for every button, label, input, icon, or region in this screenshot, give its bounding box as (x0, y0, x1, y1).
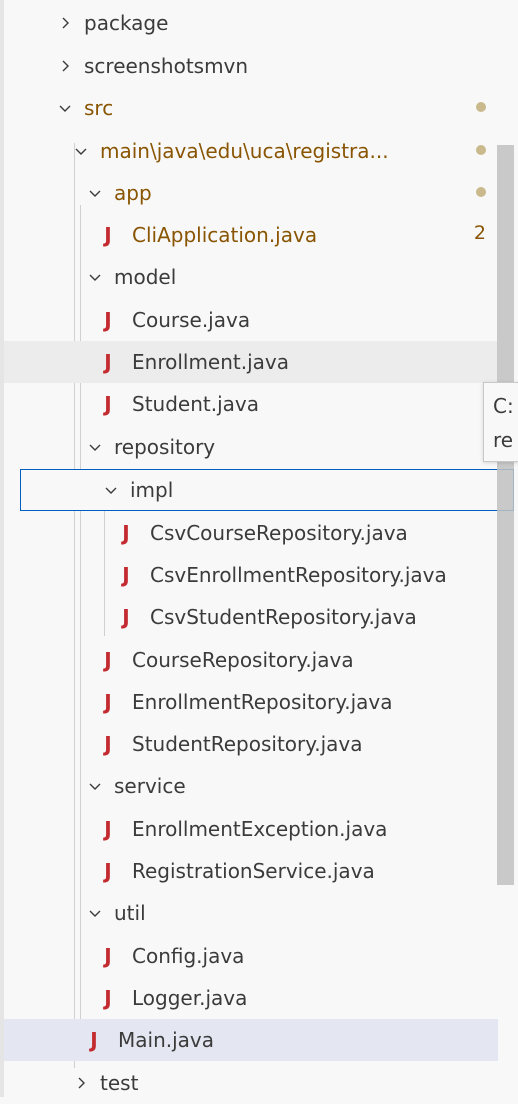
tree-item-label: model (114, 265, 177, 289)
hover-tooltip: C: re (483, 382, 518, 462)
java-file-icon: J (122, 521, 130, 545)
modified-dot-icon (476, 187, 486, 197)
tree-item-registration-service[interactable]: J RegistrationService.java (4, 850, 498, 892)
tree-item-label: util (114, 901, 146, 925)
java-file-icon: J (104, 392, 112, 416)
java-file-icon: J (104, 859, 112, 883)
chevron-down-icon (100, 479, 122, 501)
tree-item-label: Enrollment.java (132, 350, 290, 374)
tree-item-label: EnrollmentRepository.java (132, 690, 393, 714)
file-explorer-tree: package screenshotsmvn src main\java\edu… (0, 0, 518, 1097)
tree-item-label: StudentRepository.java (132, 732, 363, 756)
tree-item-label: src (84, 96, 114, 120)
tree-item-label: app (114, 181, 152, 205)
tree-item-label: service (114, 774, 186, 798)
tree-item-enrollment-repository[interactable]: J EnrollmentRepository.java (4, 681, 498, 723)
chevron-down-icon (54, 97, 76, 119)
tree-item-label: CsvEnrollmentRepository.java (150, 563, 447, 587)
chevron-right-icon (70, 1072, 92, 1094)
tree-item-label: CsvStudentRepository.java (150, 605, 417, 629)
java-file-icon: J (104, 690, 112, 714)
java-file-icon: J (122, 563, 130, 587)
chevron-down-icon (84, 775, 106, 797)
tree-item-student-repository[interactable]: J StudentRepository.java (4, 723, 498, 765)
tree-item-csv-student-repository[interactable]: J CsvStudentRepository.java (4, 596, 498, 638)
tree-item-app[interactable]: app (4, 172, 498, 214)
tree-item-package[interactable]: package (4, 2, 498, 44)
modified-dot-icon (476, 102, 486, 112)
java-file-icon: J (104, 648, 112, 672)
tree-item-impl[interactable]: impl (20, 469, 514, 511)
tree-item-course-repository[interactable]: J CourseRepository.java (4, 639, 498, 681)
chevron-down-icon (84, 902, 106, 924)
java-file-icon: J (104, 223, 112, 247)
tree-item-course[interactable]: J Course.java (4, 299, 498, 341)
tree-item-label: CliApplication.java (132, 223, 318, 247)
tree-item-repository[interactable]: repository (4, 426, 498, 468)
tree-item-main-java[interactable]: J Main.java (4, 1019, 498, 1061)
tree-item-label: screenshotsmvn (84, 54, 249, 78)
tree-item-label: CourseRepository.java (132, 648, 354, 672)
tree-item-service[interactable]: service (4, 765, 498, 807)
tree-item-csv-enrollment-repository[interactable]: J CsvEnrollmentRepository.java (4, 554, 498, 596)
tree-item-label: RegistrationService.java (132, 859, 375, 883)
problem-count-badge: 2 (473, 222, 486, 244)
tree-item-enrollment-exception[interactable]: J EnrollmentException.java (4, 808, 498, 850)
chevron-down-icon (84, 436, 106, 458)
tree-item-label: Student.java (132, 392, 259, 416)
chevron-right-icon (54, 55, 76, 77)
tree-item-cli-application[interactable]: J CliApplication.java 2 (4, 214, 498, 256)
java-file-icon: J (104, 944, 112, 968)
chevron-down-icon (84, 182, 106, 204)
tree-item-label: repository (114, 435, 216, 459)
tree-item-label: Course.java (132, 308, 251, 332)
tree-item-main-path[interactable]: main\java\edu\uca\registra... (4, 130, 498, 172)
tooltip-line: C: (493, 394, 514, 418)
tree-item-logger[interactable]: J Logger.java (4, 977, 498, 1019)
tree-item-util[interactable]: util (4, 892, 498, 934)
modified-dot-icon (476, 145, 486, 155)
tree-item-screenshotsmvn[interactable]: screenshotsmvn (4, 45, 498, 87)
tree-item-label: impl (130, 478, 174, 502)
tree-item-enrollment[interactable]: J Enrollment.java (4, 341, 498, 383)
java-file-icon: J (104, 308, 112, 332)
tree-item-label: EnrollmentException.java (132, 817, 388, 841)
chevron-down-icon (84, 266, 106, 288)
java-file-icon: J (104, 817, 112, 841)
tree-item-config[interactable]: J Config.java (4, 935, 498, 977)
tree-item-test[interactable]: test (4, 1062, 498, 1104)
tree-item-label: test (100, 1071, 139, 1095)
tree-item-student[interactable]: J Student.java (4, 383, 498, 425)
tree-item-label: Main.java (118, 1028, 215, 1052)
tree-item-csv-course-repository[interactable]: J CsvCourseRepository.java (4, 512, 498, 554)
java-file-icon: J (104, 986, 112, 1010)
vertical-scrollbar-thumb[interactable] (497, 145, 514, 885)
tree-item-label: package (84, 11, 169, 35)
tree-item-label: CsvCourseRepository.java (150, 521, 408, 545)
tree-item-src[interactable]: src (4, 87, 498, 129)
java-file-icon: J (122, 605, 130, 629)
tree-item-model[interactable]: model (4, 256, 498, 298)
chevron-right-icon (54, 12, 76, 34)
java-file-icon: J (104, 350, 112, 374)
tree-item-label: main\java\edu\uca\registra... (100, 139, 389, 163)
tree-item-label: Config.java (132, 944, 245, 968)
java-file-icon: J (90, 1028, 98, 1052)
tree-item-label: Logger.java (132, 986, 248, 1010)
chevron-down-icon (70, 140, 92, 162)
java-file-icon: J (104, 732, 112, 756)
tooltip-line: re (493, 428, 514, 452)
